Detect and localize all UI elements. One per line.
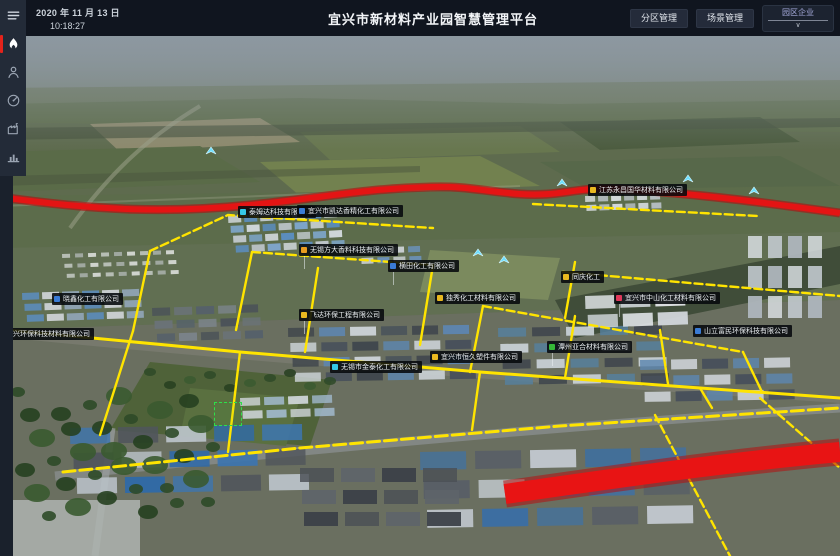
scene-manage-button[interactable]: 场景管理 bbox=[696, 9, 754, 28]
company-label[interactable]: 潭州亚合材料有限公司 bbox=[547, 341, 632, 353]
sidebar-item-bar-chart[interactable] bbox=[0, 142, 26, 170]
company-label[interactable]: 无锡市金泰化工有限公司 bbox=[330, 361, 422, 373]
sidebar-item-gauge[interactable] bbox=[0, 86, 26, 114]
company-marker-icon bbox=[695, 328, 701, 334]
company-marker-icon bbox=[299, 208, 305, 214]
active-indicator bbox=[0, 35, 3, 53]
company-label[interactable]: 同庆化工 bbox=[561, 271, 604, 283]
factory-icon bbox=[6, 121, 21, 136]
company-name: 无锡方大香料科技有限公司 bbox=[310, 245, 394, 256]
company-label[interactable]: 无锡方大香料科技有限公司 bbox=[299, 244, 398, 256]
header-bar: 2020 年 11 月 13 日 10:18:27 宜兴市新材料产业园智慧管理平… bbox=[26, 0, 840, 36]
company-name: 晓鑫化工有限公司 bbox=[63, 294, 119, 305]
poi-marker-icon[interactable] bbox=[556, 178, 568, 187]
company-name: 潭州亚合材料有限公司 bbox=[558, 342, 628, 353]
company-name: 江苏永昌国华材料有限公司 bbox=[599, 185, 683, 196]
user-icon bbox=[6, 65, 21, 80]
company-label[interactable]: 宜兴市中山化工材料有限公司 bbox=[614, 292, 720, 304]
company-name: 横田化工有限公司 bbox=[399, 261, 455, 272]
datetime: 2020 年 11 月 13 日 10:18:27 bbox=[36, 6, 120, 31]
menu-icon bbox=[6, 8, 21, 23]
company-marker-icon bbox=[332, 364, 338, 370]
poi-marker-icon[interactable] bbox=[682, 174, 694, 183]
current-date: 2020 年 11 月 13 日 bbox=[36, 6, 120, 19]
company-name: 同庆化工 bbox=[572, 272, 600, 283]
dropdown-label: 园区企业 bbox=[782, 8, 814, 18]
company-label[interactable]: 横田化工有限公司 bbox=[388, 260, 459, 272]
company-label[interactable]: 山立富民环保科技有限公司 bbox=[693, 325, 792, 337]
zone-manage-button[interactable]: 分区管理 bbox=[630, 9, 688, 28]
company-marker-icon bbox=[437, 295, 443, 301]
company-label[interactable]: 飞达环保工程有限公司 bbox=[299, 309, 384, 321]
company-marker-icon bbox=[240, 209, 246, 215]
company-name: 宜兴市凯达香精化工有限公司 bbox=[308, 206, 399, 217]
current-time: 10:18:27 bbox=[50, 21, 120, 31]
company-label[interactable]: 江苏永昌国华材料有限公司 bbox=[588, 184, 687, 196]
company-label[interactable]: 宜兴市凯达香精化工有限公司 bbox=[297, 205, 403, 217]
company-name: 宜兴市恒久塑件有限公司 bbox=[441, 352, 518, 363]
poi-marker-icon[interactable] bbox=[205, 146, 217, 155]
company-label[interactable]: 独秀化工材料有限公司 bbox=[435, 292, 520, 304]
poi-marker-icon[interactable] bbox=[498, 255, 510, 264]
company-name: 独秀化工材料有限公司 bbox=[446, 293, 516, 304]
flame-icon bbox=[6, 37, 21, 52]
header-actions: 分区管理场景管理 园区企业 ∨ bbox=[630, 5, 834, 32]
dropdown-divider bbox=[768, 20, 828, 21]
gauge-icon bbox=[6, 93, 21, 108]
company-marker-icon bbox=[549, 344, 555, 350]
sidebar-item-menu[interactable] bbox=[0, 0, 26, 30]
sidebar-icon-rail bbox=[0, 0, 26, 176]
company-name: 无锡市金泰化工有限公司 bbox=[341, 362, 418, 373]
chevron-down-icon: ∨ bbox=[795, 22, 800, 30]
park-enterprise-dropdown[interactable]: 园区企业 ∨ bbox=[762, 5, 834, 32]
company-marker-icon bbox=[563, 274, 569, 280]
company-label[interactable]: 宜兴市恒久塑件有限公司 bbox=[430, 351, 522, 363]
company-label[interactable]: 晓鑫化工有限公司 bbox=[52, 293, 123, 305]
company-label[interactable]: 兴环保科技材料有限公司 bbox=[2, 328, 94, 340]
app-window: 泰姆达科技有限公司宜兴市凯达香精化工有限公司无锡方大香料科技有限公司横田化工有限… bbox=[0, 0, 840, 556]
company-name: 宜兴市中山化工材料有限公司 bbox=[625, 293, 716, 304]
satellite-scene bbox=[0, 0, 840, 556]
company-marker-icon bbox=[390, 263, 396, 269]
sidebar-item-factory[interactable] bbox=[0, 114, 26, 142]
sidebar-item-user[interactable] bbox=[0, 58, 26, 86]
sidebar-item-flame[interactable] bbox=[0, 30, 26, 58]
map-3d-view[interactable]: 泰姆达科技有限公司宜兴市凯达香精化工有限公司无锡方大香料科技有限公司横田化工有限… bbox=[0, 0, 840, 556]
company-marker-icon bbox=[54, 296, 60, 302]
company-marker-icon bbox=[590, 187, 596, 193]
company-marker-icon bbox=[301, 247, 307, 253]
company-marker-icon bbox=[301, 312, 307, 318]
company-name: 飞达环保工程有限公司 bbox=[310, 310, 380, 321]
company-marker-icon bbox=[616, 295, 622, 301]
company-name: 山立富民环保科技有限公司 bbox=[704, 326, 788, 337]
company-name: 兴环保科技材料有限公司 bbox=[13, 329, 90, 340]
bar-chart-icon bbox=[6, 149, 21, 164]
poi-marker-icon[interactable] bbox=[472, 248, 484, 257]
poi-marker-icon[interactable] bbox=[748, 186, 760, 195]
company-marker-icon bbox=[432, 354, 438, 360]
